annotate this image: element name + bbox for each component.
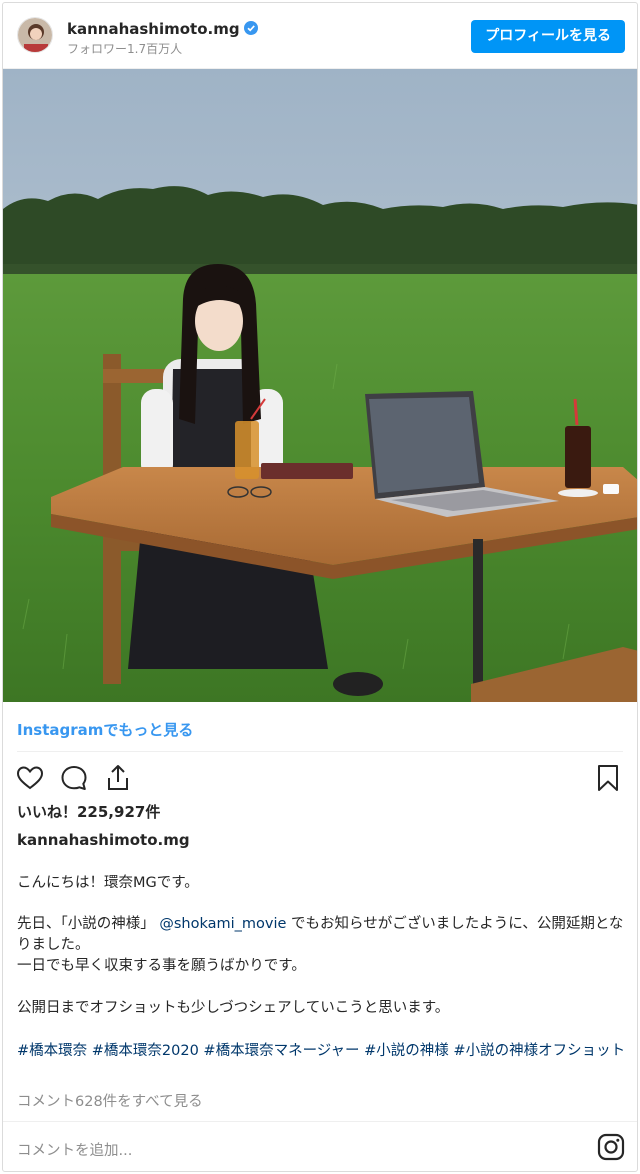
hashtag-list[interactable]: #橋本環奈 #橋本環奈2020 #橋本環奈マネージャー #小説の神様 #小説の神…	[17, 1041, 627, 1062]
verified-badge-icon	[243, 21, 258, 35]
username[interactable]: kannahashimoto.mg	[67, 20, 258, 38]
action-bar	[3, 759, 637, 799]
caption-line: 公開日までオフショットも少しづつシェアしていこうと思います。	[17, 1000, 450, 1016]
caption-username[interactable]: kannahashimoto.mg	[17, 831, 190, 849]
caption-text: 一日でも早く収束する事を願うばかりです。	[17, 958, 306, 974]
instagram-logo-icon[interactable]	[597, 1133, 625, 1161]
instagram-embed-card: kannahashimoto.mg フォロワー1.7百万人 プロフィールを見る	[2, 2, 638, 1172]
comment-icon[interactable]	[59, 763, 89, 793]
post-header: kannahashimoto.mg フォロワー1.7百万人 プロフィールを見る	[3, 3, 637, 69]
add-comment-field[interactable]: コメントを追加...	[17, 1139, 132, 1160]
share-icon[interactable]	[103, 763, 133, 793]
mention-link[interactable]: @shokami_movie	[159, 916, 286, 932]
caption-line: こんにちは！環奈MGです。	[17, 875, 199, 891]
like-count[interactable]: いいね！225,927件	[17, 801, 160, 822]
caption-paragraph: 先日、「小説の神様」 @shokami_movie でもお知らせがございましたよ…	[17, 914, 627, 977]
avatar[interactable]	[17, 17, 53, 53]
caption-text: 先日、「小説の神様」	[17, 916, 160, 932]
bookmark-icon[interactable]	[593, 763, 623, 793]
divider	[3, 1121, 637, 1122]
view-more-on-instagram-link[interactable]: Instagramでもっと見る	[17, 719, 193, 740]
heart-icon[interactable]	[15, 763, 45, 793]
divider	[17, 751, 623, 752]
follower-count: フォロワー1.7百万人	[67, 42, 183, 56]
view-profile-button[interactable]: プロフィールを見る	[471, 20, 625, 53]
view-all-comments-link[interactable]: コメント628件をすべて見る	[17, 1090, 203, 1111]
username-text[interactable]: kannahashimoto.mg	[67, 20, 240, 38]
post-photo[interactable]	[3, 69, 637, 702]
